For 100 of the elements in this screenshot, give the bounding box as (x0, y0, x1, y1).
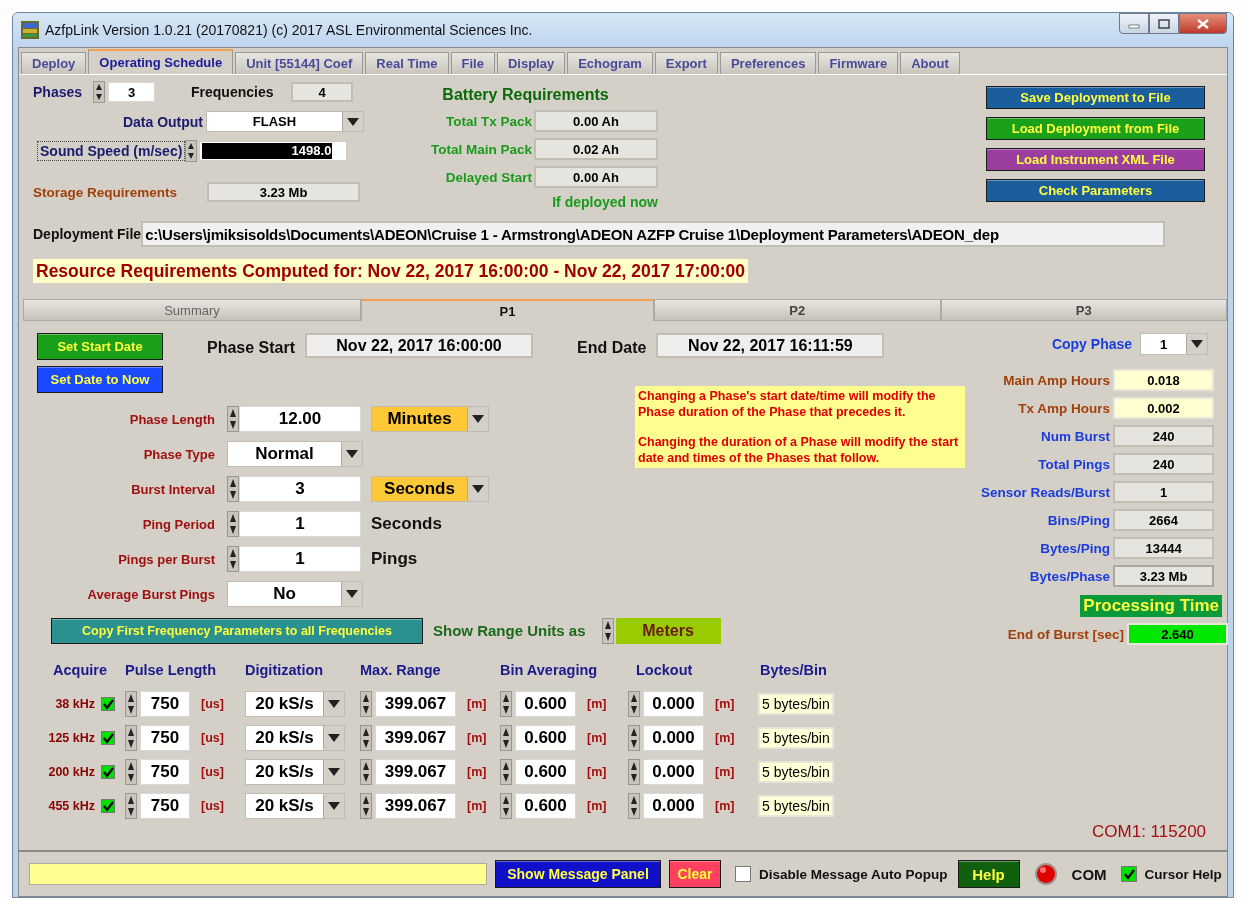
tab[interactable]: Firmware (818, 52, 899, 74)
dropdown[interactable]: 20 kS/s (245, 759, 345, 785)
tab[interactable]: Summary (23, 299, 361, 321)
spinner-icon[interactable] (125, 725, 137, 751)
sound-speed-field[interactable]: 1498.0 (199, 141, 348, 161)
dropdown[interactable]: FLASH (206, 111, 364, 132)
spinner-icon[interactable] (125, 793, 137, 819)
dropdown[interactable]: No (227, 581, 363, 607)
maximize-button[interactable] (1149, 13, 1179, 34)
spinner-icon[interactable] (360, 759, 372, 785)
spinner-icon[interactable] (628, 725, 640, 751)
range-units-field[interactable]: Meters (615, 617, 721, 644)
spinner-icon[interactable] (227, 406, 239, 432)
show-message-panel-button[interactable]: Show Message Panel (495, 860, 661, 888)
input-field[interactable]: 0.600 (515, 725, 576, 751)
spinner-icon[interactable] (227, 511, 239, 537)
spinner-icon[interactable] (360, 691, 372, 717)
input-field[interactable]: 399.067 (375, 759, 456, 785)
input-field[interactable]: 0.000 (643, 793, 704, 819)
tab[interactable]: Export (654, 52, 718, 74)
tab[interactable]: P1 (361, 299, 654, 321)
dropdown[interactable]: Seconds (371, 476, 489, 502)
spinner-icon[interactable] (125, 691, 137, 717)
end-date-field[interactable]: Nov 22, 2017 16:11:59 (656, 333, 885, 358)
dropdown[interactable]: 1 (1140, 333, 1209, 355)
spinner-icon[interactable] (360, 793, 372, 819)
spinner-icon[interactable] (500, 793, 512, 819)
checkbox[interactable] (735, 866, 751, 882)
dropdown[interactable]: 20 kS/s (245, 725, 345, 751)
unit-label: [us] (201, 731, 224, 745)
spinner-icon[interactable] (500, 691, 512, 717)
checkbox[interactable] (101, 731, 115, 745)
input-field[interactable]: 0.000 (643, 759, 704, 785)
input-field[interactable]: 0.600 (515, 793, 576, 819)
spinner-icon[interactable] (628, 793, 640, 819)
spinner-icon[interactable] (93, 81, 105, 103)
dropdown[interactable]: Minutes (371, 406, 489, 432)
phase-start-field[interactable]: Nov 22, 2017 16:00:00 (305, 333, 534, 358)
spinner-icon[interactable] (227, 546, 239, 572)
tab[interactable]: Preferences (719, 52, 817, 74)
field-label: Delayed Start (445, 169, 532, 185)
close-button[interactable] (1179, 13, 1227, 34)
checkbox[interactable] (1120, 866, 1137, 882)
input-field[interactable]: 399.067 (375, 725, 456, 751)
checkbox[interactable] (101, 765, 115, 779)
caret-icon (346, 450, 358, 458)
help-button[interactable]: Help (957, 860, 1020, 888)
field-label: End Date (577, 339, 647, 357)
tab[interactable]: P3 (940, 299, 1227, 321)
checkbox[interactable] (101, 697, 115, 711)
input-field[interactable]: 3 (239, 476, 361, 502)
field-label: Main Amp Hours (1003, 372, 1111, 388)
input-field[interactable]: 399.067 (375, 793, 456, 819)
input-field[interactable]: 750 (140, 691, 190, 717)
message-field[interactable] (29, 863, 487, 885)
date-button[interactable]: Set Date to Now (37, 366, 163, 393)
spinner-icon[interactable] (360, 725, 372, 751)
spinner-icon[interactable] (185, 140, 198, 162)
input-field[interactable]: 0.000 (643, 691, 704, 717)
tab[interactable]: File (450, 52, 495, 74)
spinner-icon[interactable] (500, 725, 512, 751)
input-field[interactable]: 750 (140, 793, 190, 819)
spinner-icon[interactable] (601, 617, 614, 644)
file-button[interactable]: Check Parameters (986, 179, 1205, 202)
spinner-icon[interactable] (500, 759, 512, 785)
spinner-icon[interactable] (628, 759, 640, 785)
spinner-icon[interactable] (628, 691, 640, 717)
tab[interactable]: Deploy (21, 52, 87, 74)
stat-value: 13444 (1113, 537, 1215, 559)
tab[interactable]: P2 (654, 299, 941, 321)
file-button[interactable]: Save Deployment to File (986, 86, 1205, 109)
phases-field[interactable]: 3 (108, 82, 155, 102)
tab[interactable]: Echogram (567, 52, 653, 74)
file-button[interactable]: Load Instrument XML File (986, 148, 1205, 171)
deployment-file-field[interactable]: c:\Users\jmiksisolds\Documents\ADEON\Cruise 1 - Armstrong\ADEON AZFP Cruise 1\Deployment Parameters\ADEON_dep (141, 221, 1166, 247)
stat-value: 0.018 (1113, 369, 1215, 391)
spinner-icon[interactable] (227, 476, 239, 502)
field-label: Bytes/Ping (1040, 540, 1111, 556)
input-field[interactable]: 0.600 (515, 759, 576, 785)
input-field[interactable]: 0.000 (643, 725, 704, 751)
unit-label: [m] (715, 731, 735, 745)
tab[interactable]: About (900, 52, 960, 74)
input-field[interactable]: 1 (239, 511, 361, 537)
dropdown[interactable]: 20 kS/s (245, 793, 345, 819)
tab[interactable]: Display (496, 52, 566, 74)
dropdown[interactable]: Normal (227, 441, 363, 467)
input-field[interactable]: 750 (140, 725, 190, 751)
spinner-icon[interactable] (125, 759, 137, 785)
input-field[interactable]: 750 (140, 759, 190, 785)
tab[interactable]: Operating Schedule (88, 49, 234, 74)
checkbox[interactable] (101, 799, 115, 813)
tab[interactable]: Unit [55144] Coef (235, 52, 364, 74)
input-field[interactable]: 0.600 (515, 691, 576, 717)
copy-parameters-button[interactable]: Copy First Frequency Parameters to all Frequencies (51, 617, 423, 644)
input-field[interactable]: 12.00 (239, 406, 361, 432)
tab[interactable]: Real Time (365, 52, 449, 74)
input-field[interactable]: 1 (239, 546, 361, 572)
input-field[interactable]: 399.067 (375, 691, 456, 717)
minimize-button[interactable] (1119, 13, 1149, 34)
dropdown[interactable]: 20 kS/s (245, 691, 345, 717)
